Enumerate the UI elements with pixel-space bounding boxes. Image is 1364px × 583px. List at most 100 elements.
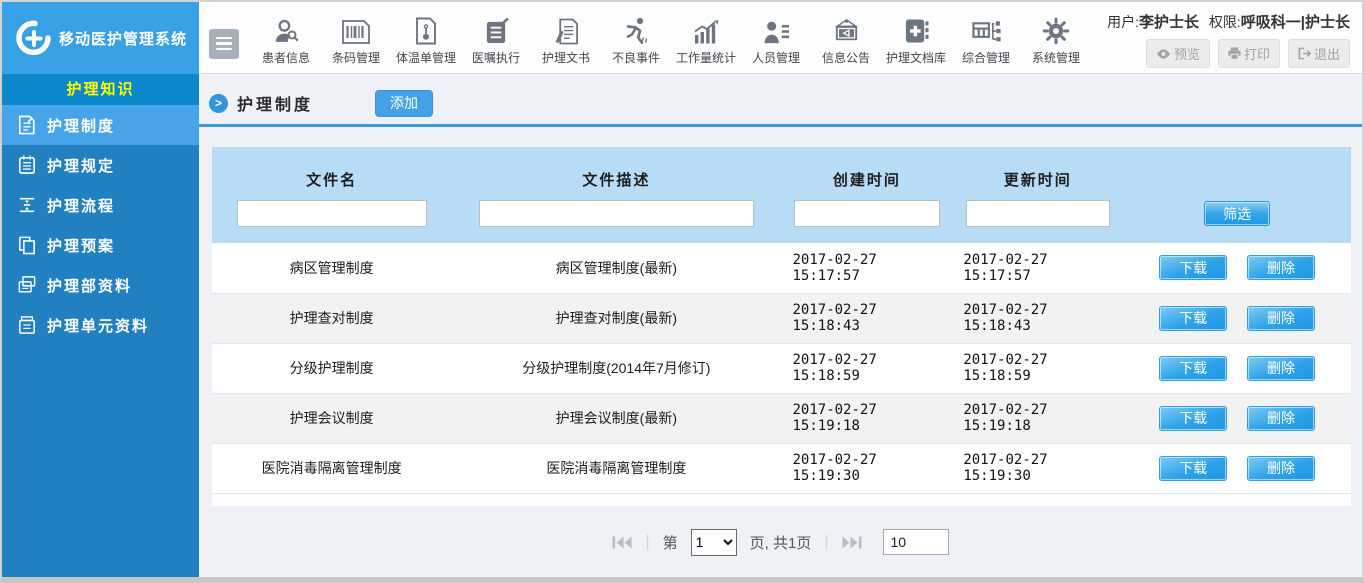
col-header-filename: 文件名 [212, 147, 451, 196]
download-button[interactable]: 下载 [1159, 456, 1227, 481]
logout-icon [1298, 47, 1311, 60]
archive-icon [17, 315, 37, 335]
toolbar-item-adverse-event[interactable]: 不良事件 [601, 2, 671, 73]
table-filter-row: 筛选 [212, 196, 1351, 243]
file-description-cell: 病区管理制度(最新) [451, 243, 781, 293]
toolbar-item-info-notice[interactable]: 信息公告 [811, 2, 881, 73]
download-button[interactable]: 下载 [1159, 356, 1227, 381]
sidebar-item-nursing-plan[interactable]: 护理预案 [2, 225, 199, 265]
col-header-updated: 更新时间 [952, 147, 1123, 196]
file-description-cell: 护理查对制度(最新) [451, 293, 781, 343]
table-row: 护理会议制度 护理会议制度(最新) 2017-02-27 15:19:18 20… [212, 393, 1351, 443]
toolbar-item-label: 不良事件 [612, 49, 660, 66]
sidebar-item-label: 护理流程 [47, 195, 115, 216]
clipboard-icon [17, 235, 37, 255]
toolbar-item-workload-stats[interactable]: 工作量统计 [671, 2, 741, 73]
logout-button[interactable]: 退出 [1288, 39, 1350, 68]
page-select[interactable]: 1 [691, 529, 737, 556]
last-page-icon[interactable] [842, 535, 862, 550]
preview-button[interactable]: 预览 [1146, 39, 1210, 68]
temp-sheet-mgmt-icon [414, 12, 438, 45]
file-name-cell: 护理查对制度 [212, 293, 451, 343]
file-name-cell: 医院消毒隔离管理制度 [212, 443, 451, 493]
workload-stats-icon [692, 12, 720, 45]
first-page-icon[interactable] [612, 535, 632, 550]
toolbar-item-label: 护理文书 [542, 49, 590, 66]
table-row: 分级护理制度 分级护理制度(2014年7月修订) 2017-02-27 15:1… [212, 343, 1351, 393]
table-body: 病区管理制度 病区管理制度(最新) 2017-02-27 15:17:57 20… [212, 243, 1351, 493]
sidebar-item-nursing-unit-data[interactable]: 护理单元资料 [2, 305, 199, 345]
delete-button[interactable]: 删除 [1247, 306, 1315, 331]
filter-filename-input[interactable] [237, 200, 427, 227]
delete-button[interactable]: 删除 [1247, 356, 1315, 381]
sidebar-item-label: 护理部资料 [47, 275, 132, 296]
toolbar-item-label: 人员管理 [752, 49, 800, 66]
notebook-icon [17, 155, 37, 175]
updated-time-cell: 2017-02-27 15:18:59 [952, 343, 1123, 393]
col-header-actions [1123, 147, 1351, 196]
download-button[interactable]: 下载 [1159, 255, 1227, 280]
topbar: 患者信息 条码管理 体温单管理 医嘱执行 护理文书 不良事件 工作量统计 人员管… [199, 2, 1362, 74]
filter-created-input[interactable] [794, 200, 940, 227]
page-size-input[interactable] [883, 529, 949, 555]
sidebar-item-nursing-system[interactable]: 护理制度 [2, 105, 199, 145]
download-button[interactable]: 下载 [1159, 306, 1227, 331]
toolbar-item-label: 工作量统计 [676, 49, 736, 66]
staff-mgmt-icon [763, 12, 790, 45]
chevron-right-icon: > [209, 94, 228, 113]
delete-button[interactable]: 删除 [1247, 456, 1315, 481]
header-divider [199, 124, 1362, 127]
toolbar-item-nursing-doc[interactable]: 护理文书 [531, 2, 601, 73]
table-row: 病区管理制度 病区管理制度(最新) 2017-02-27 15:17:57 20… [212, 243, 1351, 293]
filter-updated-input[interactable] [966, 200, 1110, 227]
updated-time-cell: 2017-02-27 15:18:43 [952, 293, 1123, 343]
filter-description-input[interactable] [479, 200, 754, 227]
system-mgmt-icon [1042, 12, 1070, 45]
table-row: 护理查对制度 护理查对制度(最新) 2017-02-27 15:18:43 20… [212, 293, 1351, 343]
adverse-event-icon [623, 12, 650, 45]
toolbar-item-comprehensive-mgmt[interactable]: 综合管理 [951, 2, 1021, 73]
doc-edit-icon [17, 115, 37, 135]
toolbar-item-label: 医嘱执行 [472, 49, 520, 66]
toolbar-item-staff-mgmt[interactable]: 人员管理 [741, 2, 811, 73]
toolbar-item-patient-info[interactable]: 患者信息 [251, 2, 321, 73]
file-list-panel: 文件名 文件描述 创建时间 更新时间 筛选 [212, 147, 1351, 506]
toolbar-item-temp-sheet-mgmt[interactable]: 体温单管理 [391, 2, 461, 73]
user-label: 用户: [1107, 14, 1139, 30]
order-exec-icon [484, 12, 509, 45]
file-name-cell: 护理会议制度 [212, 393, 451, 443]
sidebar-item-nursing-process[interactable]: 护理流程 [2, 185, 199, 225]
file-name-cell: 病区管理制度 [212, 243, 451, 293]
app-window: 移动医护管理系统 护理知识 护理制度 护理规定 护理流程 护理预案 护理部资料 … [0, 0, 1364, 583]
created-time-cell: 2017-02-27 15:17:57 [781, 243, 952, 293]
app-title: 移动医护管理系统 [59, 28, 187, 49]
created-time-cell: 2017-02-27 15:18:43 [781, 293, 952, 343]
toolbar-item-nursing-doc-lib[interactable]: 护理文档库 [881, 2, 951, 73]
menu-toggle-button[interactable] [209, 29, 239, 59]
delete-button[interactable]: 删除 [1247, 406, 1315, 431]
permission-label: 权限: [1209, 14, 1241, 30]
delete-button[interactable]: 删除 [1247, 255, 1315, 280]
flow-icon [17, 195, 37, 215]
download-button[interactable]: 下载 [1159, 406, 1227, 431]
table-row: 医院消毒隔离管理制度 医院消毒隔离管理制度 2017-02-27 15:19:3… [212, 443, 1351, 493]
filter-button[interactable]: 筛选 [1204, 201, 1270, 226]
toolbar-item-order-exec[interactable]: 医嘱执行 [461, 2, 531, 73]
sidebar-nav: 护理制度 护理规定 护理流程 护理预案 护理部资料 护理单元资料 [2, 105, 199, 577]
updated-time-cell: 2017-02-27 15:19:30 [952, 443, 1123, 493]
user-name: 李护士长 [1139, 14, 1199, 31]
toolbar-item-system-mgmt[interactable]: 系统管理 [1021, 2, 1091, 73]
sidebar-item-nursing-regulation[interactable]: 护理规定 [2, 145, 199, 185]
user-info: 用户:李护士长 权限:呼吸科一|护士长 [1107, 11, 1350, 32]
add-button[interactable]: 添加 [375, 90, 433, 117]
content-area: > 护理制度 添加 文件名 文件描述 创建时间 更新时间 [199, 74, 1362, 577]
sidebar-item-nursing-dept-data[interactable]: 护理部资料 [2, 265, 199, 305]
toolbar-item-label: 系统管理 [1032, 49, 1080, 66]
created-time-cell: 2017-02-27 15:18:59 [781, 343, 952, 393]
eye-icon [1156, 49, 1171, 59]
updated-time-cell: 2017-02-27 15:17:57 [952, 243, 1123, 293]
print-button[interactable]: 打印 [1218, 39, 1280, 68]
patient-info-icon [273, 12, 300, 45]
toolbar-item-barcode-mgmt[interactable]: 条码管理 [321, 2, 391, 73]
sidebar-item-label: 护理规定 [47, 155, 115, 176]
